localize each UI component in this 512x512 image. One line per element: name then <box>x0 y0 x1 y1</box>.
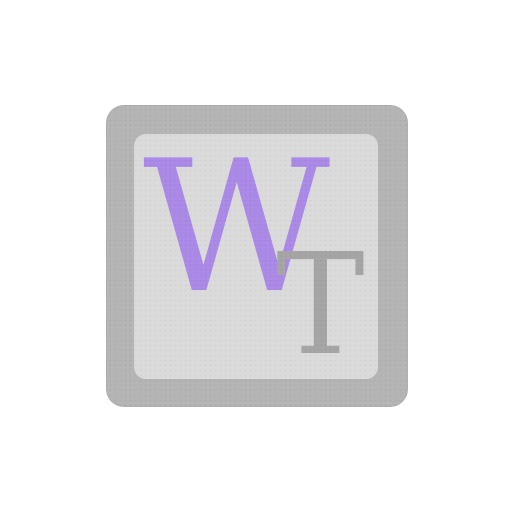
logo-letter-t: T <box>276 224 365 387</box>
app-icon-canvas: W T <box>0 0 512 512</box>
